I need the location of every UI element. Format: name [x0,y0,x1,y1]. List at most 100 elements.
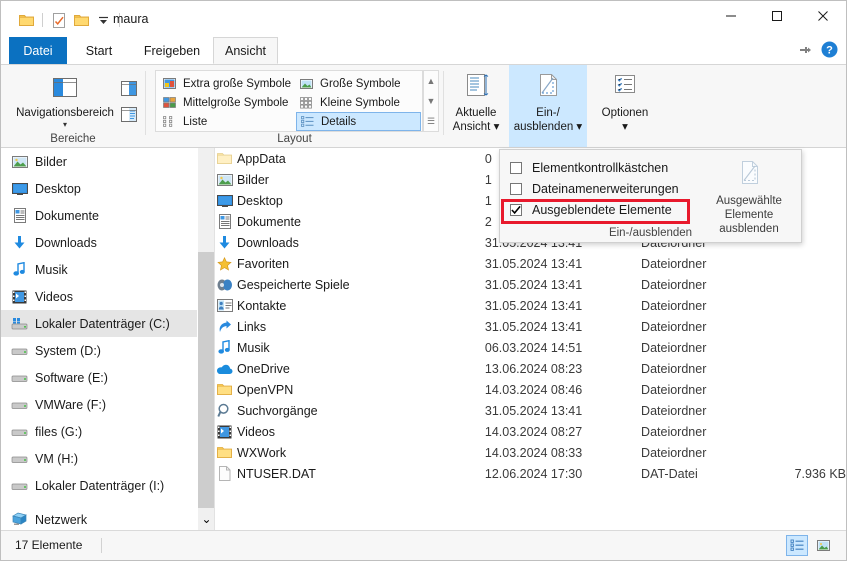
item-count-label: 17 Elemente [15,538,83,552]
checkbox-unchecked-icon[interactable] [510,182,522,195]
file-name: Desktop [237,193,283,208]
navigation-scroll-down-icon[interactable]: ⌄ [198,508,215,530]
table-row[interactable]: Gespeicherte Spiele 31.05.2024 13:41 Dat… [215,274,846,295]
file-date: 13.06.2024 08:23 [484,361,583,376]
file-name: Suchvorgänge [237,403,318,418]
large-icons-view-button[interactable] [812,535,834,556]
navigation-scroll-thumb[interactable] [198,252,215,524]
minimize-icon[interactable] [708,1,754,31]
menu-item-label: Elementkontrollkästchen [532,160,669,175]
file-name-cell: Videos [215,425,485,439]
options-button[interactable]: Optionen ▾ [588,69,662,134]
nav-item-lokaler-datentraeger-i[interactable]: Lokaler Datenträger (I:) [1,472,198,499]
file-date: 14.03.2024 08:33 [484,445,583,460]
links-icon [216,319,233,335]
nav-item-label: files (G:) [35,424,83,439]
file-type: Dateiordner [641,298,707,313]
nav-item-desktop[interactable]: Desktop [1,175,198,202]
file-date: 06.03.2024 14:51 [484,340,583,355]
layout-item-list[interactable]: Liste [159,112,292,131]
help-icon[interactable]: ? [821,41,838,61]
table-row[interactable]: OpenVPN 14.03.2024 08:46 Dateiordner [215,379,846,400]
tab-datei[interactable]: Datei [9,37,67,64]
layout-item-details[interactable]: Details [296,112,421,131]
layout-item-medium[interactable]: Mittelgroße Symbole [159,93,292,112]
current-view-button[interactable]: Aktuelle Ansicht ▾ [444,69,508,134]
table-row[interactable]: Favoriten 31.05.2024 13:41 Dateiordner [215,253,846,274]
table-row[interactable]: Suchvorgänge 31.05.2024 13:41 Dateiordne… [215,400,846,421]
table-row[interactable]: Videos 14.03.2024 08:27 Dateiordner [215,421,846,442]
nav-item-musik[interactable]: Musik [1,256,198,283]
nav-item-label: System (D:) [35,343,101,358]
layout-item-large[interactable]: Große Symbole [296,74,419,93]
file-name-cell: Dokumente [215,214,485,229]
nav-item-lokaler-datentraeger-c[interactable]: Lokaler Datenträger (C:) [1,310,198,337]
nav-item-videos[interactable]: Videos [1,283,198,310]
details-pane-icon[interactable] [117,103,141,125]
pictures-icon [11,154,28,170]
table-row[interactable]: NTUSER.DAT 12.06.2024 17:30 DAT-Datei 7.… [215,463,846,484]
hide-selected-icon [734,158,764,190]
table-row[interactable]: Links 31.05.2024 13:41 Dateiordner [215,316,846,337]
navigation-pane-caret: ▾ [62,120,67,129]
show-hide-dropdown-panel: Elementkontrollkästchen Dateinamenerweit… [499,149,802,243]
new-folder-icon[interactable] [70,9,92,31]
show-hide-button[interactable]: Ein-/ ausblenden ▾ [509,69,587,134]
file-name: Bilder [237,172,269,187]
layout-item-small[interactable]: Kleine Symbole [296,93,419,112]
drive-icon [11,478,28,494]
nav-item-label: Lokaler Datenträger (C:) [35,316,170,331]
hide-selected-items-button[interactable]: Ausgewählte Elemente ausblenden [700,156,798,236]
file-date: 14.03.2024 08:27 [484,424,583,439]
navigation-pane-icon [43,75,87,105]
music-icon [216,340,233,356]
navigation-pane-button[interactable]: Navigationsbereich ▾ [15,71,115,133]
checkbox-unchecked-icon[interactable] [510,161,522,174]
nav-item-software-e[interactable]: Software (E:) [1,364,198,391]
preview-pane-icon[interactable] [117,77,141,99]
folder-icon[interactable] [15,9,37,31]
nav-item-label: Software (E:) [35,370,108,385]
details-view-button[interactable] [786,535,808,556]
file-name-cell: Downloads [215,236,485,250]
nav-item-dokumente[interactable]: Dokumente [1,202,198,229]
chevron-down-icon[interactable] [92,9,114,31]
table-row[interactable]: Kontakte 31.05.2024 13:41 Dateiordner [215,295,846,316]
title-bar: maura [1,1,846,37]
table-row[interactable]: Musik 06.03.2024 14:51 Dateiordner [215,337,846,358]
tab-ansicht[interactable]: Ansicht [213,37,278,64]
downloads-icon [216,235,233,251]
layout-scroll-up-icon[interactable]: ▲ [427,73,436,89]
menu-item-dateinamenerweiterungen[interactable]: Dateinamenerweiterungen [506,178,698,199]
layout-scroll-expand-icon[interactable]: ☰ [427,113,435,129]
list-icon [161,114,178,129]
nav-item-vm-h[interactable]: VM (H:) [1,445,198,472]
tab-freigeben[interactable]: Freigeben [131,37,213,64]
pin-ribbon-icon[interactable] [797,42,813,61]
file-name-cell: OpenVPN [215,383,485,397]
table-row[interactable]: OneDrive 13.06.2024 08:23 Dateiordner [215,358,846,379]
nav-item-system-d[interactable]: System (D:) [1,337,198,364]
close-icon[interactable] [800,1,846,31]
window-title: maura [113,12,149,26]
table-row[interactable]: WXWork 14.03.2024 08:33 Dateiordner [215,442,846,463]
menu-item-elementkontrollkaestchen[interactable]: Elementkontrollkästchen [506,157,698,178]
layout-gallery-scroll[interactable]: ▲ ▼ ☰ [423,70,439,132]
svg-text:?: ? [826,45,833,57]
layout-scroll-down-icon[interactable]: ▼ [427,93,436,109]
navigation-pane-scrollbar[interactable]: ⌄ [197,148,215,530]
navigation-pane: Bilder Desktop Dokumente Downloads Musik… [1,148,198,530]
pictures-icon [216,172,233,188]
nav-item-netzwerk[interactable]: Netzwerk [1,499,198,530]
layout-item-extra-large[interactable]: Extra große Symbole [159,74,292,93]
file-date: 31.05.2024 13:41 [484,256,583,271]
nav-item-bilder[interactable]: Bilder [1,148,198,175]
nav-item-files-g[interactable]: files (G:) [1,418,198,445]
tab-start[interactable]: Start [67,37,131,64]
layout-item-extra-large-label: Extra große Symbole [183,77,292,90]
maximize-icon[interactable] [754,1,800,31]
nav-item-label: Desktop [35,181,81,196]
nav-item-downloads[interactable]: Downloads [1,229,198,256]
properties-icon[interactable] [48,9,70,31]
nav-item-vmware-f[interactable]: VMWare (F:) [1,391,198,418]
